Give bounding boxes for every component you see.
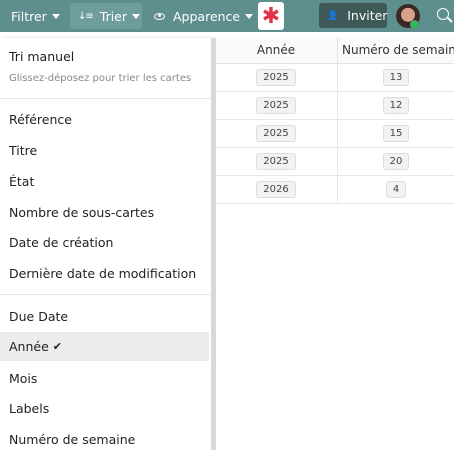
menu-item-title[interactable]: Titre	[0, 139, 209, 161]
filter-button[interactable]: Filtrer	[11, 3, 60, 29]
menu-item-label: Titre	[9, 142, 38, 158]
chevron-down-icon	[132, 13, 141, 19]
menu-item-label: Numéro de semaine	[9, 431, 136, 447]
menu-item-label: Tri manuel	[9, 48, 75, 64]
invite-label: Inviter	[347, 8, 388, 23]
chevron-down-icon	[245, 13, 254, 19]
year-badge: 2025	[256, 125, 296, 142]
appearance-label: Apparence	[173, 8, 241, 24]
invite-button[interactable]: 👤 Inviter	[319, 3, 387, 28]
table-row[interactable]: 2025 15	[215, 120, 454, 148]
menu-item-month[interactable]: Mois	[0, 367, 209, 389]
menu-item-year[interactable]: Année ✔	[0, 332, 209, 361]
chevron-down-icon	[51, 13, 60, 19]
week-badge: 13	[382, 69, 410, 86]
year-badge: 2025	[256, 69, 296, 86]
year-badge: 2025	[256, 97, 296, 114]
menu-item-label: Labels	[9, 400, 50, 416]
user-plus-icon: 👤	[327, 10, 339, 21]
filter-label: Filtrer	[11, 8, 47, 24]
menu-item-label: Dernière date de modification	[9, 265, 197, 281]
menu-item-week-number[interactable]: Numéro de semaine	[0, 428, 209, 450]
manual-sort-hint: Glissez-déposez pour trier les cartes	[9, 73, 192, 84]
checkmark-icon: ✔	[52, 340, 62, 353]
app-icon-button[interactable]: ✱	[258, 2, 284, 30]
year-badge: 2025	[256, 153, 296, 170]
menu-item-due-date[interactable]: Due Date	[0, 305, 209, 327]
menu-item-labels[interactable]: Labels	[0, 397, 209, 419]
table-row[interactable]: 2025 20	[215, 148, 454, 176]
week-badge: 4	[385, 181, 407, 198]
menu-item-label: État	[9, 173, 35, 189]
sort-button[interactable]: ↓≡ Trier	[70, 3, 142, 29]
table-row[interactable]: 2025 13	[215, 64, 454, 92]
menu-item-label: Année	[9, 339, 49, 354]
menu-item-state[interactable]: État	[0, 170, 209, 192]
toolbar: Filtrer ↓≡ Trier Apparence ✱ 👤 Inviter	[0, 0, 454, 32]
menu-item-reference[interactable]: Référence	[0, 108, 209, 130]
table-row[interactable]: 2025 12	[215, 92, 454, 120]
menu-item-label: Référence	[9, 111, 72, 127]
sort-label: Trier	[99, 8, 128, 24]
eye-icon	[154, 12, 165, 20]
menu-item-label: Nombre de sous-cartes	[9, 204, 155, 220]
menu-divider	[0, 98, 211, 99]
menu-item-manual-sort[interactable]: Tri manuel	[0, 45, 209, 67]
menu-item-label: Mois	[9, 370, 38, 386]
menu-scrollbar[interactable]	[211, 38, 216, 450]
menu-divider	[0, 294, 211, 295]
menu-item-label: Date de création	[9, 234, 114, 250]
asterisk-icon: ✱	[261, 3, 281, 29]
week-badge: 15	[382, 125, 410, 142]
week-badge: 20	[382, 153, 410, 170]
column-header-year[interactable]: Année	[215, 37, 338, 64]
menu-item-last-modified[interactable]: Dernière date de modification	[0, 262, 209, 284]
online-status-dot	[410, 20, 419, 29]
year-badge: 2026	[256, 181, 296, 198]
column-header-week[interactable]: Numéro de semaine	[338, 37, 454, 64]
week-badge: 12	[382, 97, 410, 114]
search-icon[interactable]	[437, 8, 449, 20]
table-row[interactable]: 2026 4	[215, 176, 454, 204]
menu-item-label: Due Date	[9, 308, 69, 324]
sort-icon: ↓≡	[78, 10, 94, 22]
menu-item-creation-date[interactable]: Date de création	[0, 231, 209, 253]
appearance-button[interactable]: Apparence	[154, 3, 254, 29]
menu-item-subcard-count[interactable]: Nombre de sous-cartes	[0, 201, 209, 223]
